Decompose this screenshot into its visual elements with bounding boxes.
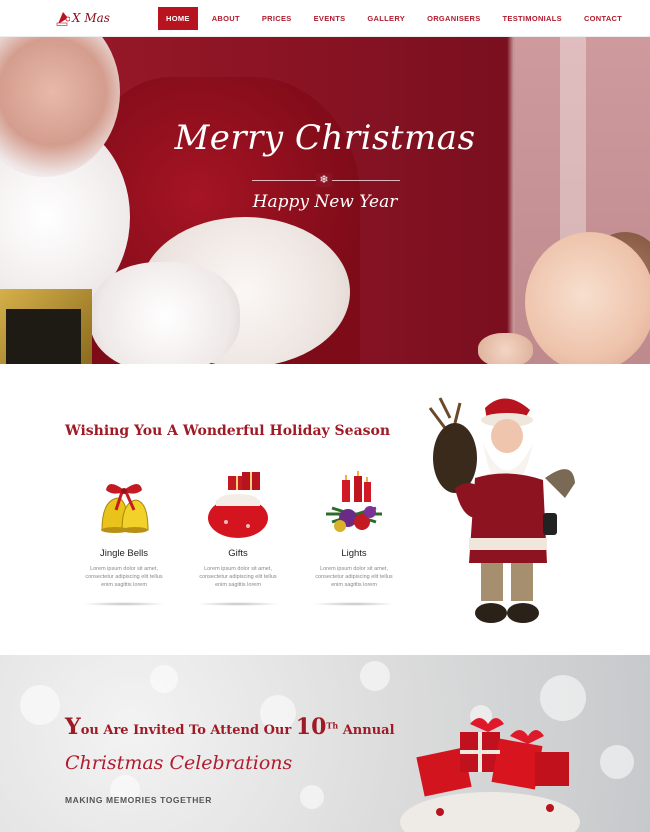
invitation-heading-ordinal: Th <box>326 720 339 731</box>
card-title: Gifts <box>228 548 248 559</box>
invitation-heading-text: ou Are Invited To Attend Our <box>80 723 296 738</box>
nav-prices[interactable]: PRICES <box>254 7 300 30</box>
lights-icon <box>318 470 390 542</box>
invitation-heading-initial: Y <box>65 714 81 740</box>
bokeh-light <box>300 785 324 809</box>
santa-figurine-image <box>425 388 580 633</box>
baby-face-image <box>525 232 650 364</box>
card-shadow <box>82 602 166 606</box>
nav-events[interactable]: EVENTS <box>306 7 354 30</box>
jingle-bells-icon <box>88 470 160 542</box>
bokeh-light <box>600 745 634 779</box>
invitation-heading: You Are Invited To Attend Our 10Th Annua… <box>65 714 395 740</box>
hero-title: Merry Christmas <box>174 118 476 158</box>
nav-about[interactable]: ABOUT <box>204 7 248 30</box>
card-text: Lorem ipsum dolor sit amet, consectetur … <box>315 566 393 588</box>
hero-subtitle: Happy New Year <box>252 192 398 212</box>
gifts-icon <box>202 470 274 542</box>
snowflake-icon: ❄ <box>316 173 332 187</box>
baby-hand-image <box>478 333 533 364</box>
invitation-heading-text-end: Annual <box>338 723 395 738</box>
gift-box-inner-image <box>6 309 81 364</box>
nav-organisers[interactable]: ORGANISERS <box>419 7 488 30</box>
santa-glove-image <box>90 262 240 364</box>
bokeh-light <box>20 685 60 725</box>
nav-gallery[interactable]: GALLERY <box>359 7 413 30</box>
card-shadow <box>196 602 280 606</box>
card-shadow <box>312 602 396 606</box>
site-logo[interactable]: X Mas <box>56 6 110 30</box>
card-title: Lights <box>341 548 367 559</box>
wishes-heading: Wishing You A Wonderful Holiday Season <box>65 423 391 439</box>
top-navbar: X Mas HOME ABOUT PRICES EVENTS GALLERY O… <box>0 0 650 37</box>
invitation-heading-number: 10 <box>295 714 327 740</box>
card-title: Jingle Bells <box>99 548 149 559</box>
feature-card-lights: Lights Lorem ipsum dolor sit amet, conse… <box>308 470 400 606</box>
feature-card-jingle-bells: Jingle Bells Lorem ipsum dolor sit amet,… <box>78 470 170 606</box>
bokeh-light <box>360 661 390 691</box>
feature-card-gifts: Gifts Lorem ipsum dolor sit amet, consec… <box>192 470 284 606</box>
bokeh-light <box>150 665 178 693</box>
card-text: Lorem ipsum dolor sit amet, consectetur … <box>85 566 163 588</box>
logo-text: X Mas <box>72 11 110 25</box>
nav-home[interactable]: HOME <box>158 7 198 30</box>
presents-image <box>400 712 585 832</box>
card-text: Lorem ipsum dolor sit amet, consectetur … <box>199 566 277 588</box>
nav-testimonials[interactable]: TESTIMONIALS <box>495 7 570 30</box>
nav-contact[interactable]: CONTACT <box>576 7 630 30</box>
main-menu: HOME ABOUT PRICES EVENTS GALLERY ORGANIS… <box>158 7 636 30</box>
invitation-subtitle: Christmas Celebrations <box>65 752 293 774</box>
invitation-tagline: MAKING MEMORIES TOGETHER <box>65 795 212 805</box>
santa-hat-icon <box>56 10 71 26</box>
